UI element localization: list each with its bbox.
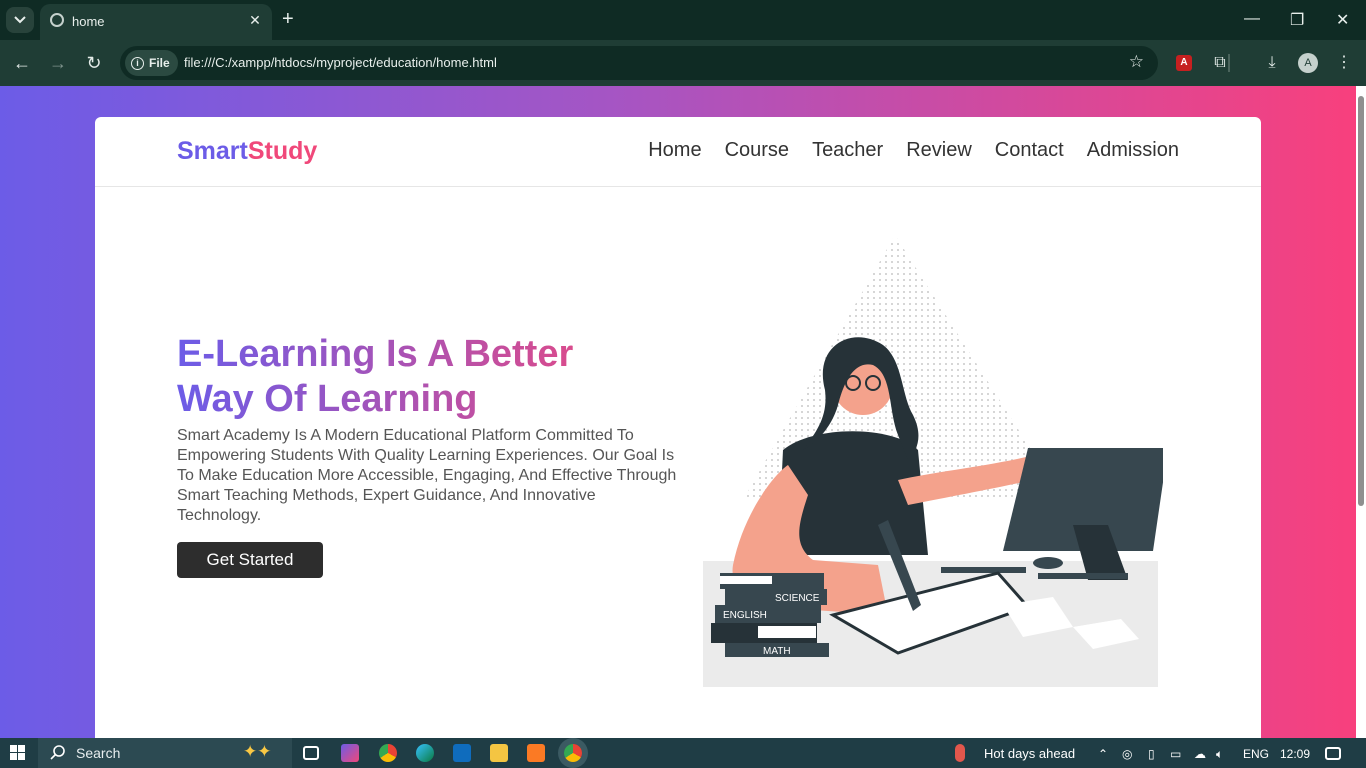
volume-icon[interactable]: 🔈︎ — [1216, 747, 1223, 762]
xampp-icon[interactable] — [527, 744, 545, 762]
monitor-base — [1038, 573, 1128, 579]
close-tab-icon[interactable]: ✕ — [246, 11, 264, 29]
tray-chevron-icon[interactable]: ⌃ — [1098, 747, 1108, 761]
minimize-icon[interactable]: — — [1244, 10, 1260, 28]
language-indicator[interactable]: ENG — [1243, 747, 1269, 761]
address-bar[interactable]: i File file:///C:/xampp/htdocs/myproject… — [120, 46, 1158, 80]
bookmark-star-icon[interactable]: ☆ — [1129, 52, 1144, 72]
nav-admission[interactable]: Admission — [1087, 139, 1179, 162]
mouse — [1033, 557, 1063, 569]
wifi-icon[interactable]: ☁ — [1194, 747, 1206, 761]
menu-icon[interactable]: ⋮ — [1333, 52, 1355, 74]
logo-primary: Smart — [177, 137, 248, 165]
search-icon — [50, 745, 65, 760]
tab-search-button[interactable] — [6, 7, 34, 33]
window-close-icon[interactable]: ✕ — [1336, 10, 1349, 30]
nav-contact[interactable]: Contact — [995, 139, 1064, 162]
phone-link-icon[interactable]: ▯ — [1148, 747, 1155, 761]
weather-thermometer-icon — [955, 744, 965, 762]
browser-tab[interactable]: home ✕ — [40, 4, 272, 40]
site-logo[interactable]: SmartStudy — [177, 137, 317, 166]
back-icon[interactable]: ← — [11, 52, 33, 74]
nav-course[interactable]: Course — [725, 139, 789, 162]
toolbar-divider — [1228, 54, 1230, 72]
windows-taskbar: Search ✦✦ Hot days ahead ⌃ ◎ ▯ ▭ ☁ 🔈︎ EN… — [0, 738, 1366, 768]
student-illustration: SCIENCE ENGLISH MATH — [703, 235, 1163, 687]
task-view-icon[interactable] — [303, 746, 319, 760]
tab-title: home — [72, 14, 105, 29]
edge-icon[interactable] — [416, 744, 434, 762]
network-globe-icon[interactable]: ◎ — [1122, 747, 1132, 761]
outlook-icon[interactable] — [453, 744, 471, 762]
book-label-math: MATH — [763, 646, 791, 657]
new-tab-button[interactable]: + — [282, 9, 294, 29]
nav-review[interactable]: Review — [906, 139, 972, 162]
page-viewport: SmartStudy Home Course Teacher Review Co… — [0, 86, 1356, 738]
globe-icon — [50, 13, 64, 27]
browser-tabstrip: home ✕ + — ❐ ✕ — [0, 0, 1366, 40]
book-page — [720, 576, 772, 584]
pdf-extension-icon[interactable]: A — [1176, 55, 1192, 71]
profile-avatar[interactable]: A — [1298, 53, 1318, 73]
scrollbar-thumb[interactable] — [1358, 96, 1364, 506]
taskbar-search-label: Search — [76, 745, 121, 761]
nav-teacher[interactable]: Teacher — [812, 139, 883, 162]
chevron-down-icon — [14, 16, 26, 24]
site-info-chip[interactable]: i File — [125, 50, 178, 76]
info-icon: i — [131, 56, 144, 70]
notifications-icon[interactable] — [1325, 747, 1341, 760]
nav-home[interactable]: Home — [648, 139, 701, 162]
get-started-button[interactable]: Get Started — [177, 542, 323, 578]
file-explorer-icon[interactable] — [490, 744, 508, 762]
keyboard — [941, 567, 1026, 573]
page-card: SmartStudy Home Course Teacher Review Co… — [95, 117, 1261, 738]
clock[interactable]: 12:09 — [1280, 747, 1310, 761]
page-scrollbar[interactable] — [1356, 86, 1366, 738]
site-header: SmartStudy Home Course Teacher Review Co… — [95, 117, 1261, 187]
windows-start-icon[interactable] — [10, 745, 26, 761]
book-label-science: SCIENCE — [775, 593, 820, 604]
copilot-icon[interactable] — [341, 744, 359, 762]
taskbar-search[interactable]: Search ✦✦ — [38, 738, 292, 768]
hero-description: Smart Academy Is A Modern Educational Pl… — [177, 427, 677, 524]
chrome-icon[interactable] — [379, 744, 397, 762]
hero-title: E-Learning Is A Better Way Of Learning — [177, 332, 657, 422]
download-icon[interactable]: ⤓ — [1261, 52, 1283, 74]
main-nav: Home Course Teacher Review Contact Admis… — [648, 139, 1179, 162]
battery-icon[interactable]: ▭ — [1170, 747, 1181, 761]
logo-accent: Study — [247, 137, 318, 165]
restore-icon[interactable]: ❐ — [1290, 10, 1304, 30]
forward-icon[interactable]: → — [47, 52, 69, 74]
reload-icon[interactable]: ↻ — [83, 52, 105, 74]
copilot-sparkle-icon: ✦✦ — [243, 742, 272, 761]
browser-toolbar: ← → ↻ i File file:///C:/xampp/htdocs/myp… — [0, 40, 1366, 86]
weather-text[interactable]: Hot days ahead — [984, 746, 1075, 761]
book-label-english: ENGLISH — [723, 610, 767, 621]
site-info-label: File — [149, 56, 170, 70]
book-page — [758, 626, 816, 638]
url-text[interactable]: file:///C:/xampp/htdocs/myproject/educat… — [184, 55, 497, 70]
chrome-active-icon[interactable] — [564, 744, 582, 762]
